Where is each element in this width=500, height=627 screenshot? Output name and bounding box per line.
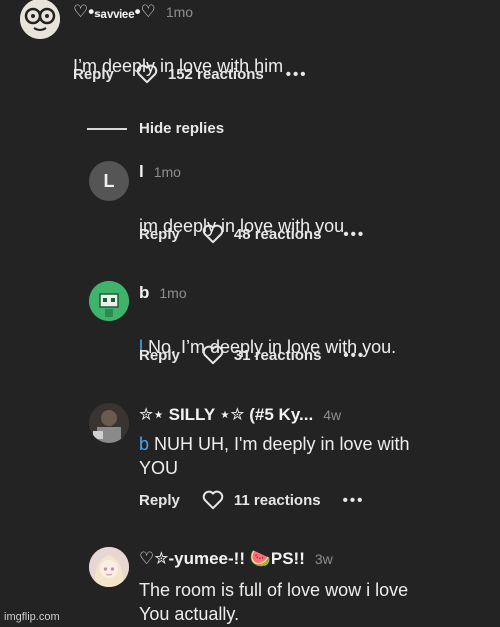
comment-username[interactable]: ✮⋆ SILLY ⋆✮ (#5 Ky... (139, 405, 313, 425)
photo-avatar-icon (89, 403, 129, 443)
more-options-icon[interactable]: ••• (286, 66, 308, 83)
heart-icon[interactable] (202, 345, 224, 365)
comment-time: 1mo (153, 164, 181, 180)
comment-text-content: NUH UH, I'm deeply in love with YOU (139, 434, 410, 478)
more-options-icon[interactable]: ••• (343, 347, 365, 364)
comment-username[interactable]: l (139, 162, 144, 182)
avatar[interactable] (89, 281, 129, 321)
avatar[interactable] (89, 403, 129, 443)
comment-text: The room is full of love wow i love You … (139, 578, 408, 626)
robot-avatar-icon (89, 281, 129, 321)
avatar[interactable] (89, 547, 129, 587)
comment-time: 1mo (165, 4, 194, 20)
heart-icon[interactable] (202, 490, 224, 510)
mention-link[interactable]: b (139, 434, 149, 454)
more-options-icon[interactable]: ••• (343, 492, 365, 509)
watermark: imgflip.com (4, 611, 60, 623)
reply-button[interactable]: Reply (73, 66, 114, 83)
avatar-letter: L (103, 170, 115, 191)
comment-text: b NUH UH, I'm deeply in love with YOU (139, 432, 410, 480)
reactions-count[interactable]: 11 reactions (234, 492, 321, 509)
reply-button[interactable]: Reply (139, 347, 180, 364)
comment-username[interactable]: b (139, 283, 149, 303)
comment-time: 3w (314, 551, 333, 567)
hide-replies-button[interactable]: Hide replies (139, 120, 224, 137)
anime-girl-avatar-icon (89, 547, 129, 587)
comment-time: 4w (323, 407, 342, 423)
reactions-count[interactable]: 31 reactions (234, 347, 322, 364)
comment-time: 1mo (159, 285, 187, 301)
reply-button[interactable]: Reply (139, 492, 180, 509)
reply-button[interactable]: Reply (139, 226, 180, 243)
avatar[interactable] (20, 0, 60, 39)
reactions-count[interactable]: 152 reactions (168, 66, 264, 83)
glasses-face-icon (20, 0, 60, 39)
avatar[interactable]: L (89, 161, 129, 201)
comment-username[interactable]: ♡•ₛₐᵥᵥᵢₑₑ•♡ (73, 2, 156, 22)
comment-text-content: The room is full of love wow i love You … (139, 580, 409, 624)
reactions-count[interactable]: 48 reactions (234, 226, 322, 243)
comment-username[interactable]: ♡✮-yumee-!! 🍉PS!! (139, 549, 305, 569)
divider (87, 128, 127, 130)
heart-icon[interactable] (202, 224, 224, 244)
heart-icon[interactable] (136, 64, 158, 84)
more-options-icon[interactable]: ••• (343, 226, 365, 243)
